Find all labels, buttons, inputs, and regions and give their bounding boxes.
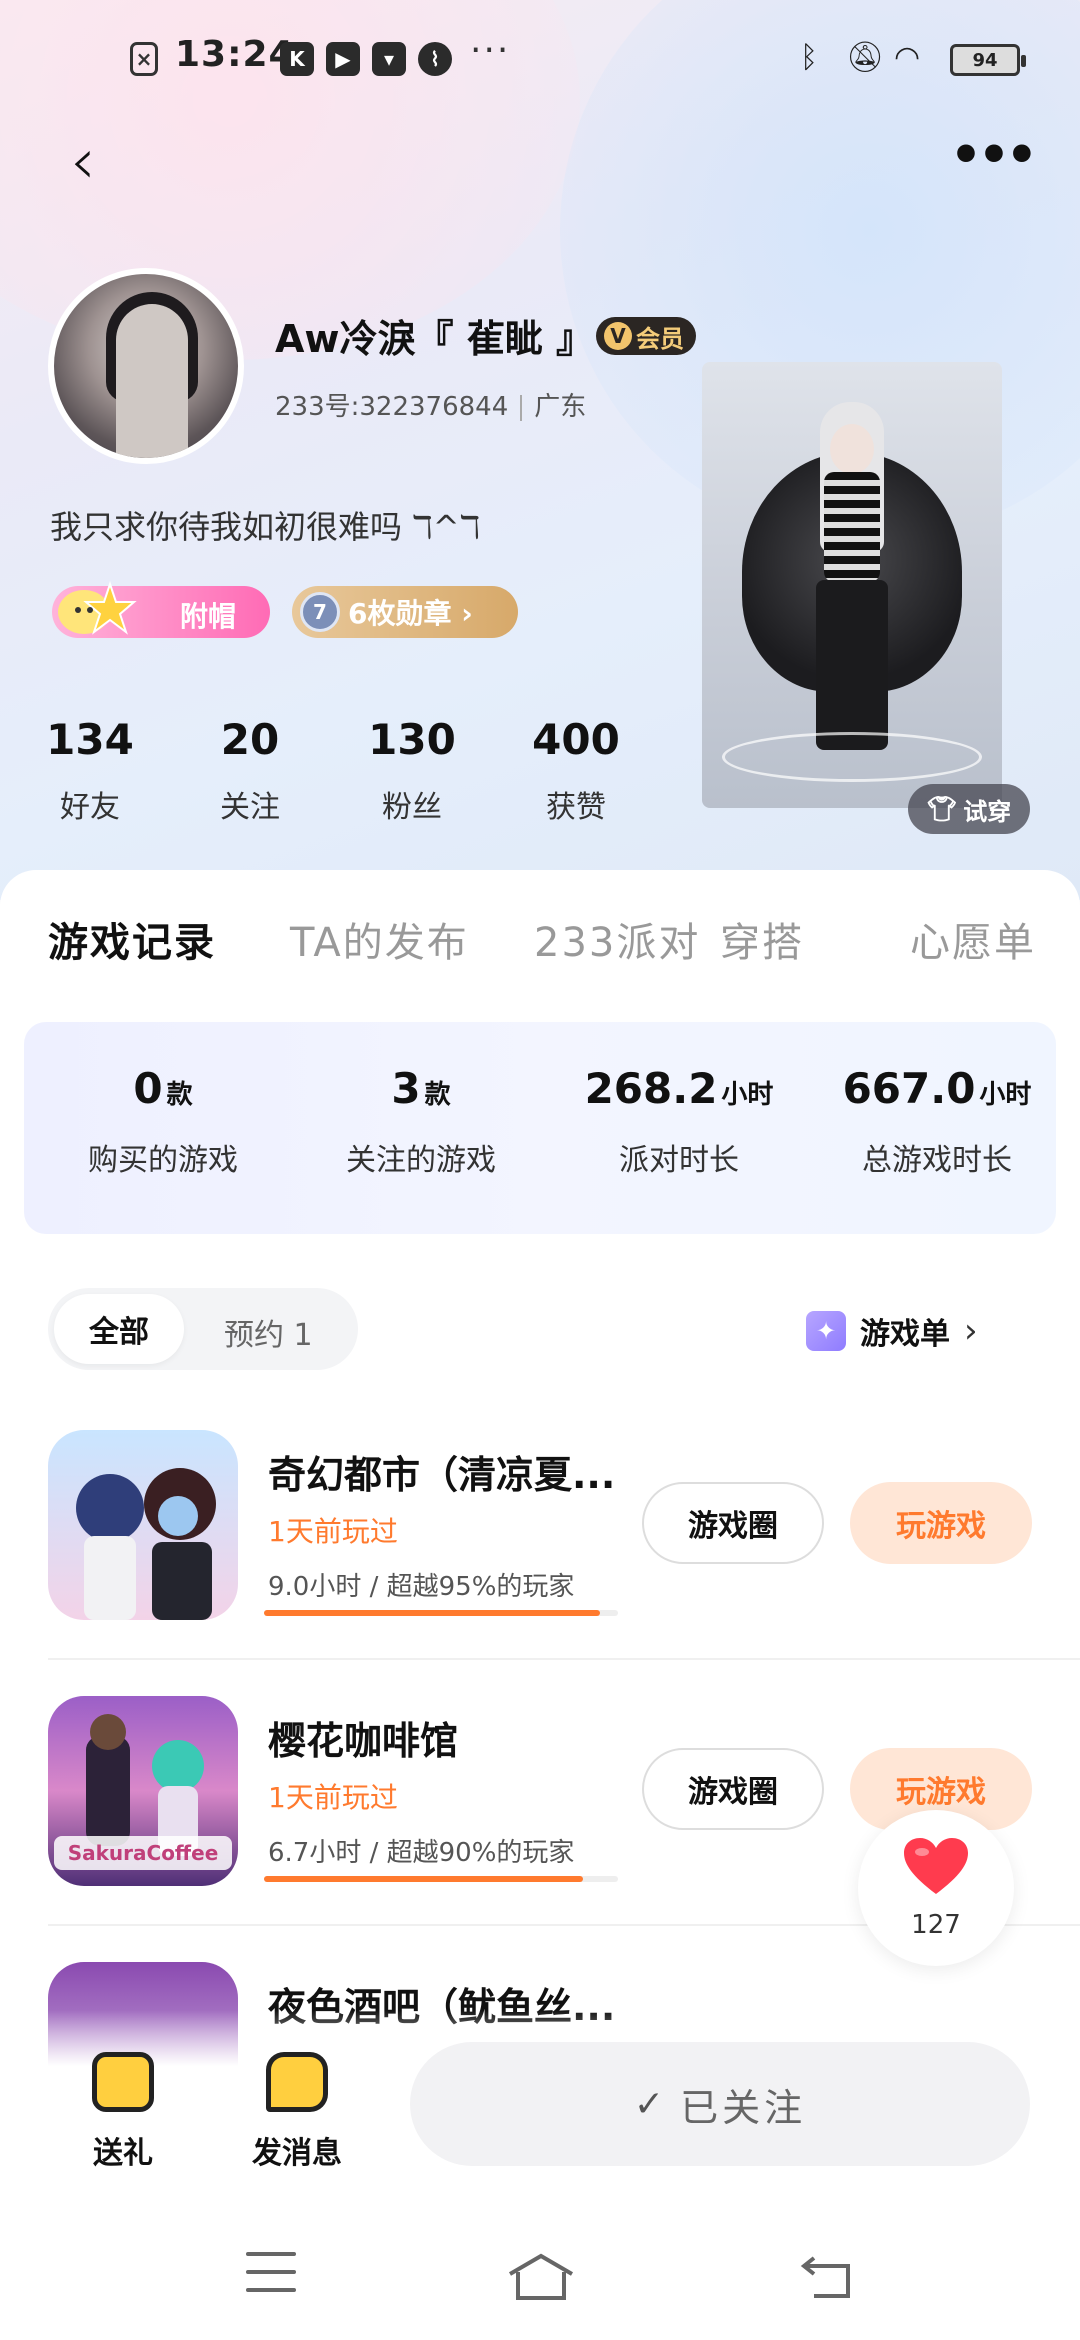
back-button[interactable]: ‹ bbox=[70, 130, 130, 200]
tab-posts[interactable]: TA的发布 bbox=[290, 910, 469, 968]
message-button[interactable]: 发消息 bbox=[242, 2052, 352, 2172]
bluetooth-icon: ᛒ bbox=[800, 40, 818, 75]
status-bar: × 13:24 K ▶ ▾ ⌇ ··· ᛒ 🔕︎ ◠ 94 bbox=[0, 0, 1080, 110]
game-title: 奇幻都市（清凉夏... bbox=[268, 1453, 616, 1497]
system-navigation-bar bbox=[0, 2210, 1080, 2340]
summary-followed: 3款 关注的游戏 bbox=[346, 1064, 496, 1178]
more-options-button[interactable]: ••• bbox=[950, 130, 1038, 200]
filter-all[interactable]: 全部 bbox=[54, 1294, 184, 1364]
sim-icon: × bbox=[130, 42, 158, 76]
last-played: 1天前玩过 bbox=[268, 1515, 398, 1548]
app-play-icon: ▶ bbox=[326, 42, 360, 76]
game-list-link[interactable]: ✦ 游戏单 › bbox=[806, 1306, 978, 1356]
medals-button[interactable]: 7 6枚勋章 › bbox=[292, 586, 518, 638]
last-played: 1天前玩过 bbox=[268, 1781, 398, 1814]
play-game-button[interactable]: 玩游戏 bbox=[850, 1482, 1032, 1564]
play-hours: 9.0小时 / 超越95%的玩家 bbox=[268, 1572, 575, 1602]
progress-bar bbox=[264, 1876, 618, 1882]
vip-badge[interactable]: V 会员 bbox=[596, 317, 696, 355]
app-inbox-icon: ▾ bbox=[372, 42, 406, 76]
progress-bar bbox=[264, 1610, 618, 1616]
avatar-figure-card[interactable] bbox=[702, 362, 1002, 808]
more-notifications-icon: ··· bbox=[470, 30, 511, 71]
app-leaf-icon: ⌇ bbox=[418, 42, 452, 76]
like-count: 127 bbox=[911, 1910, 961, 1940]
status-time: 13:24 bbox=[175, 34, 295, 75]
home-icon[interactable] bbox=[506, 2252, 574, 2302]
avatar[interactable] bbox=[48, 268, 244, 464]
game-summary: 0款 购买的游戏 3款 关注的游戏 268.2 小时 派对时长 667.0 小时 总… bbox=[24, 1022, 1056, 1234]
battery-icon: 94 bbox=[950, 44, 1026, 76]
user-id: 233号:322376844 广东 bbox=[275, 392, 587, 422]
filter-reserve[interactable]: 预约 1 bbox=[224, 1310, 313, 1354]
title-badge[interactable]: 附帽 bbox=[52, 580, 270, 638]
region: 广东 bbox=[534, 392, 587, 422]
game-item[interactable]: 奇幻都市（清凉夏... 1天前玩过 9.0小时 / 超越95%的玩家 游戏圈 玩… bbox=[0, 1430, 1080, 1692]
vip-icon: V bbox=[604, 322, 632, 350]
filter-segment: 全部 预约 1 bbox=[48, 1288, 358, 1370]
back-nav-icon[interactable] bbox=[800, 2252, 860, 2302]
summary-total-time: 667.0 小时 总游戏时长 bbox=[842, 1064, 1032, 1178]
mute-icon: 🔕︎ bbox=[846, 40, 885, 75]
star-icon bbox=[58, 580, 137, 635]
divider bbox=[48, 1658, 1080, 1660]
tab-bar: 游戏记录 TA的发布 233派对 穿搭 心愿单 bbox=[0, 910, 1080, 1040]
bottom-action-bar: 送礼 发消息 ✓ 已关注 bbox=[0, 2010, 1080, 2210]
stat-friends[interactable]: 134 好友 bbox=[20, 715, 160, 826]
game-circle-button[interactable]: 游戏圈 bbox=[642, 1482, 824, 1564]
followed-button[interactable]: ✓ 已关注 bbox=[410, 2042, 1030, 2166]
tab-outfits[interactable]: 穿搭 bbox=[720, 910, 804, 968]
gift-button[interactable]: 送礼 bbox=[68, 2052, 178, 2172]
game-thumbnail bbox=[48, 1430, 238, 1620]
gift-icon bbox=[92, 2052, 154, 2112]
stat-likes[interactable]: 400 获赞 bbox=[506, 715, 646, 826]
like-button[interactable]: 127 bbox=[858, 1810, 1014, 1966]
check-icon: ✓ bbox=[633, 2083, 669, 2125]
app-k-icon: K bbox=[280, 42, 314, 76]
stat-following[interactable]: 20 关注 bbox=[180, 715, 320, 826]
game-circle-button[interactable]: 游戏圈 bbox=[642, 1748, 824, 1830]
bio: 我只求你待我如初很难吗 ℸ^ℸ bbox=[50, 508, 481, 546]
chat-icon bbox=[266, 2052, 328, 2112]
wifi-icon: ◠ bbox=[894, 40, 921, 75]
tab-party[interactable]: 233派对 bbox=[534, 910, 700, 968]
heart-icon bbox=[904, 1838, 968, 1894]
menu-icon[interactable] bbox=[246, 2252, 306, 2302]
tab-game-records[interactable]: 游戏记录 bbox=[48, 910, 216, 968]
divider bbox=[520, 394, 523, 421]
sparkle-icon: ✦ bbox=[806, 1311, 846, 1351]
summary-party-time: 268.2 小时 派对时长 bbox=[584, 1064, 774, 1178]
play-hours: 6.7小时 / 超越90%的玩家 bbox=[268, 1838, 575, 1868]
summary-purchased: 0款 购买的游戏 bbox=[88, 1064, 238, 1178]
shirt-icon: 👕︎ bbox=[926, 795, 958, 823]
game-title: 樱花咖啡馆 bbox=[268, 1719, 459, 1763]
nickname: Aw冷淚『 雈眦 』 bbox=[275, 317, 594, 361]
game-thumbnail: SakuraCoffee bbox=[48, 1696, 238, 1886]
medal-icon: 7 bbox=[300, 592, 340, 632]
stat-fans[interactable]: 130 粉丝 bbox=[342, 715, 482, 826]
try-on-button[interactable]: 👕︎ 试穿 bbox=[908, 784, 1030, 834]
chevron-right-icon: › bbox=[964, 1311, 978, 1351]
svg-text:SakuraCoffee: SakuraCoffee bbox=[68, 1841, 219, 1865]
tab-wishlist[interactable]: 心愿单 bbox=[910, 910, 1036, 968]
